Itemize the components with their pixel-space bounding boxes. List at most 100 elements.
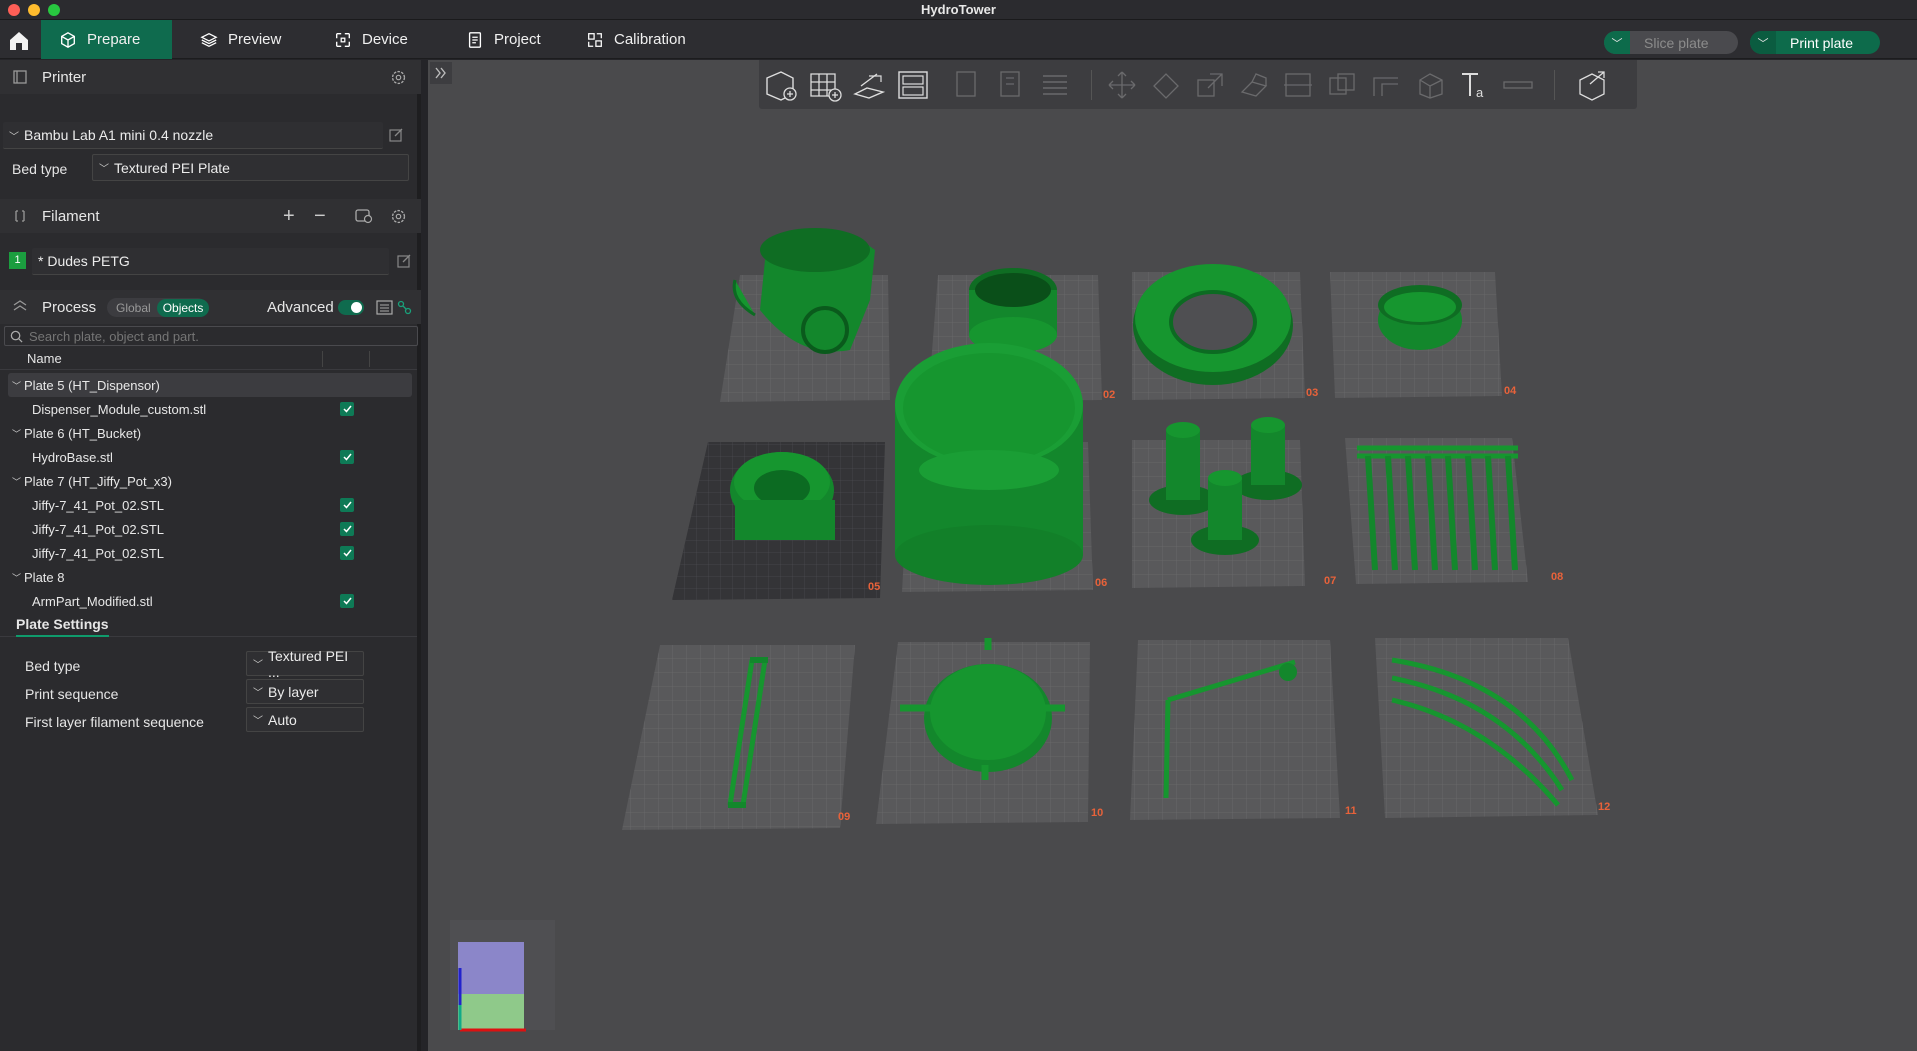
edit-filament-icon[interactable] (396, 253, 412, 269)
tree-object-row[interactable]: Jiffy-7_41_Pot_02.STL (8, 541, 412, 565)
lay-on-face-icon[interactable] (1236, 68, 1272, 102)
arrange-icon[interactable] (895, 68, 931, 102)
print-sequence-select[interactable]: ﹀ By layer (246, 679, 364, 704)
slice-plate-button[interactable]: ﹀ Slice plate (1604, 31, 1738, 54)
add-object-icon[interactable] (763, 68, 799, 102)
plate-07[interactable]: 07 (1132, 417, 1336, 588)
object-checkbox[interactable] (340, 546, 354, 560)
plate-12[interactable]: 12 (1375, 638, 1610, 818)
tab-project[interactable]: Project (448, 20, 559, 59)
plate-09[interactable]: 09 (622, 645, 855, 830)
search-box[interactable] (4, 326, 418, 346)
filament-section-header: Filament + − (0, 199, 421, 233)
printer-name: Bambu Lab A1 mini 0.4 nozzle (24, 127, 214, 143)
edit-printer-icon[interactable] (388, 127, 404, 143)
object-checkbox[interactable] (340, 402, 354, 416)
printer-icon (13, 70, 27, 84)
object-checkbox[interactable] (340, 498, 354, 512)
rotate-icon[interactable] (1148, 68, 1184, 102)
tree-plate-row[interactable]: ﹀ Plate 5 (HT_Dispensor) (8, 373, 412, 397)
filament-slot-badge[interactable]: 1 (9, 252, 26, 269)
view-orientation-cube[interactable] (450, 920, 555, 1032)
search-input[interactable] (29, 328, 409, 344)
layers-panel-icon[interactable] (1037, 68, 1073, 102)
plate-08[interactable]: 08 (1345, 438, 1563, 584)
remove-filament-icon[interactable]: − (314, 205, 326, 228)
first-layer-sequence-select[interactable]: ﹀ Auto (246, 707, 364, 732)
chevron-down-icon: ﹀ (9, 131, 19, 143)
tree-object-row[interactable]: HydroBase.stl (8, 445, 412, 469)
toggle-global[interactable]: Global (116, 301, 151, 315)
paint-icon[interactable] (397, 300, 412, 315)
plate-bed-type-select[interactable]: ﹀ Textured PEI ... (246, 648, 364, 680)
scale-icon[interactable] (1192, 68, 1228, 102)
seam-paint-icon[interactable] (1412, 68, 1448, 102)
plate-04[interactable]: 04 (1330, 272, 1517, 398)
filament-icon (15, 210, 25, 222)
list-view-icon[interactable] (376, 299, 393, 315)
slice-dropdown-icon[interactable]: ﹀ (1604, 31, 1630, 54)
gear-icon[interactable] (390, 69, 407, 86)
tree-plate-row[interactable]: ﹀ Plate 8 (8, 565, 412, 589)
object-checkbox[interactable] (340, 594, 354, 608)
advanced-switch[interactable] (338, 300, 364, 315)
print-plate-button[interactable]: ﹀ Print plate (1750, 31, 1880, 54)
process-section-header: Process Global Objects Advanced (0, 290, 421, 324)
tree-row-label: ArmPart_Modified.stl (32, 593, 153, 609)
plate-scene[interactable]: 02 03 04 05 06 07 08 09 10 11 12 (428, 60, 1917, 1051)
chevron-down-icon: ﹀ (12, 476, 22, 487)
object-checkbox[interactable] (340, 522, 354, 536)
measure-icon[interactable] (1500, 68, 1536, 102)
tab-calibration[interactable]: Calibration (568, 20, 704, 59)
cut-icon[interactable] (1280, 68, 1316, 102)
tree-object-row[interactable]: Jiffy-7_41_Pot_02.STL (8, 493, 412, 517)
text-tool-icon[interactable]: a (1456, 68, 1492, 102)
split-objects-icon[interactable] (1574, 68, 1610, 102)
tree-plate-row[interactable]: ﹀ Plate 6 (HT_Bucket) (8, 421, 412, 445)
filament-select[interactable]: * Dudes PETG (32, 248, 389, 275)
plate-number: 08 (1551, 571, 1563, 583)
global-objects-toggle[interactable]: Global Objects (107, 298, 210, 317)
plate-settings-tab[interactable]: Plate Settings (16, 616, 109, 637)
bed-type-select[interactable]: ﹀ Textured PEI Plate (92, 154, 409, 181)
gear-icon[interactable] (390, 208, 407, 225)
printer-select[interactable]: ﹀ Bambu Lab A1 mini 0.4 nozzle (3, 122, 383, 149)
paste-icon[interactable] (993, 68, 1029, 102)
printer-section-header: Printer (0, 60, 421, 94)
bed-type-value: Textured PEI Plate (114, 159, 230, 176)
device-icon (336, 32, 350, 47)
plate-05[interactable]: 05 (672, 442, 885, 600)
tab-preview[interactable]: Preview (182, 20, 299, 59)
calibration-icon (588, 32, 602, 47)
first-layer-sequence-label: First layer filament sequence (25, 714, 204, 730)
boolean-icon[interactable] (1324, 68, 1360, 102)
home-icon[interactable] (6, 29, 32, 53)
tree-object-row[interactable]: ArmPart_Modified.stl (8, 589, 412, 613)
move-icon[interactable] (1104, 68, 1140, 102)
plate-number: 03 (1306, 387, 1318, 399)
plate-10[interactable]: 10 (876, 638, 1103, 824)
tree-plate-row[interactable]: ﹀ Plate 7 (HT_Jiffy_Pot_x3) (8, 469, 412, 493)
sync-filament-icon[interactable] (355, 208, 373, 224)
auto-orient-icon[interactable] (851, 68, 887, 102)
print-plate-label: Print plate (1790, 34, 1854, 51)
toggle-objects[interactable]: Objects (156, 298, 210, 317)
object-checkbox[interactable] (340, 450, 354, 464)
tree-object-row[interactable]: Dispenser_Module_custom.stl (8, 397, 412, 421)
3d-viewport[interactable]: 02 03 04 05 06 07 08 09 10 11 12 a (428, 60, 1917, 1051)
tab-prepare[interactable]: Prepare (41, 20, 172, 59)
support-paint-icon[interactable] (1368, 68, 1404, 102)
add-plate-icon[interactable] (807, 68, 843, 102)
add-filament-icon[interactable]: + (283, 205, 295, 228)
tree-object-row[interactable]: Jiffy-7_41_Pot_02.STL (8, 517, 412, 541)
plate-03[interactable]: 03 (1132, 264, 1318, 400)
copy-icon[interactable] (949, 68, 985, 102)
tab-device[interactable]: Device (316, 20, 426, 59)
column-name[interactable]: Name (27, 351, 62, 366)
process-section-label: Process (42, 298, 97, 316)
plate-11[interactable]: 11 (1130, 640, 1357, 820)
print-dropdown-icon[interactable]: ﹀ (1750, 31, 1776, 54)
plate-01[interactable] (720, 228, 890, 402)
print-sequence-value: By layer (268, 683, 319, 700)
tree-row-label: Dispenser_Module_custom.stl (32, 401, 207, 417)
